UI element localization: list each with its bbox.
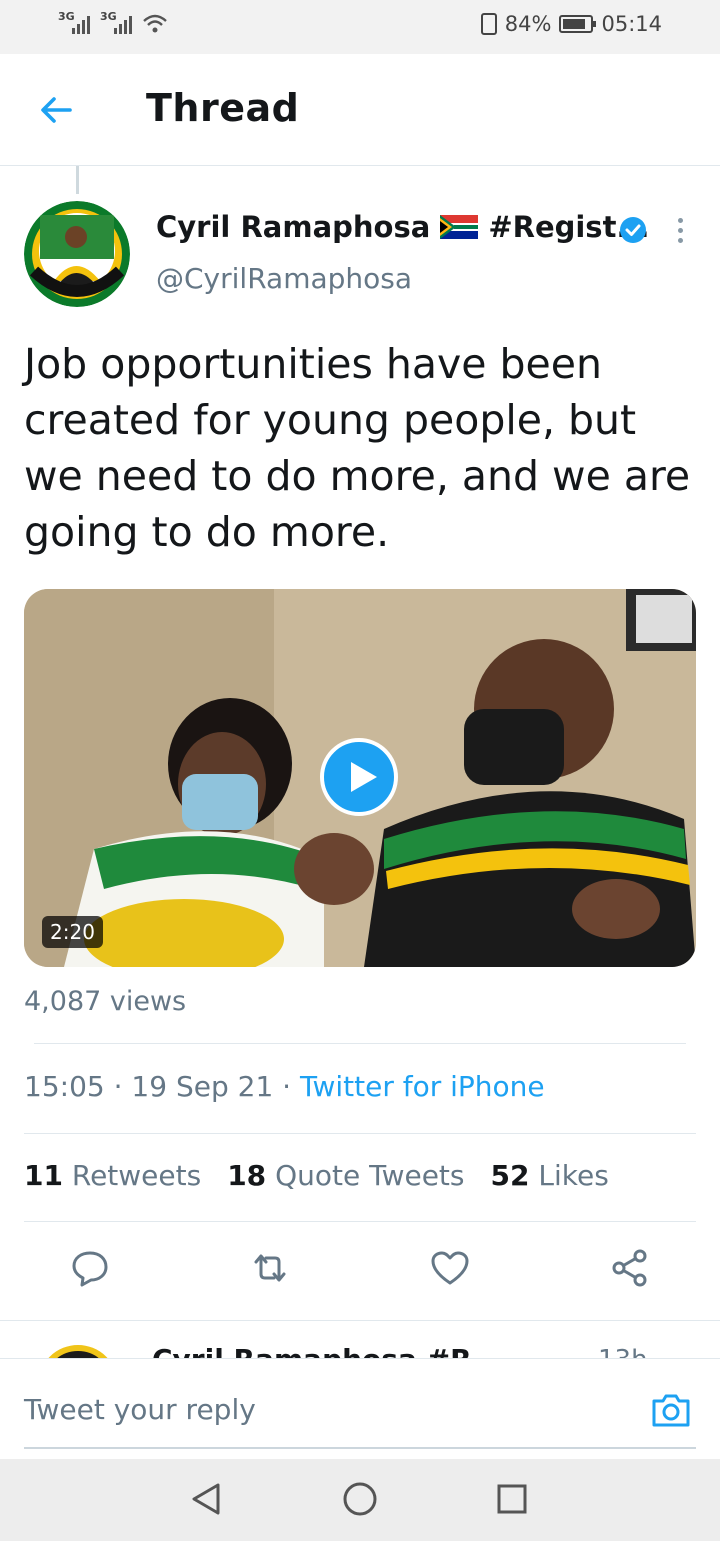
retweet-icon[interactable] bbox=[250, 1248, 290, 1288]
author-handle[interactable]: @CyrilRamaphosa bbox=[156, 262, 412, 295]
quote-tweets-stat[interactable]: 18 Quote Tweets bbox=[227, 1159, 464, 1192]
quote-tweets-count: 18 bbox=[227, 1159, 267, 1192]
next-tweet-time: 13h bbox=[598, 1345, 648, 1359]
wifi-icon bbox=[143, 14, 167, 33]
network-type-label: 3G bbox=[100, 10, 117, 23]
network-type-label: 3G bbox=[58, 10, 75, 23]
display-name: Cyril Ramaphosa bbox=[152, 1343, 417, 1359]
likes-label: Likes bbox=[538, 1159, 609, 1192]
back-triangle-icon[interactable] bbox=[186, 1479, 226, 1519]
system-navigation-bar bbox=[0, 1459, 720, 1541]
meta-separator: · bbox=[113, 1070, 132, 1103]
battery-percent: 84% bbox=[504, 12, 552, 36]
retweets-label: Retweets bbox=[71, 1159, 202, 1192]
view-count: 4,087 views bbox=[24, 986, 187, 1017]
video-duration: 2:20 bbox=[42, 916, 103, 948]
meta-separator: · bbox=[282, 1070, 300, 1103]
signal-1-icon: 3G bbox=[58, 10, 90, 34]
retweets-count: 11 bbox=[24, 1159, 63, 1192]
thread-connector-line bbox=[76, 166, 79, 194]
display-name: Cyril Ramaphosa bbox=[156, 210, 431, 244]
next-tweet-author: Cyril Ramaphosa #R bbox=[152, 1343, 472, 1359]
divider bbox=[24, 1133, 696, 1134]
avatar[interactable] bbox=[24, 201, 130, 307]
divider bbox=[34, 1043, 686, 1044]
avatar bbox=[38, 1345, 118, 1359]
camera-icon[interactable] bbox=[650, 1389, 692, 1431]
heart-icon[interactable] bbox=[430, 1248, 470, 1288]
tweet-meta: 15:05 · 19 Sep 21 · Twitter for iPhone bbox=[24, 1070, 545, 1103]
engagement-stats: 11 Retweets 18 Quote Tweets 52 Likes bbox=[24, 1159, 609, 1192]
tweet-date: 19 Sep 21 bbox=[131, 1070, 274, 1103]
home-circle-icon[interactable] bbox=[340, 1479, 380, 1519]
author-name-row[interactable]: Cyril Ramaphosa #Regist... bbox=[156, 210, 649, 244]
status-bar: 3G 3G 84% 05:14 bbox=[0, 0, 720, 54]
divider bbox=[24, 1221, 696, 1222]
page-title: Thread bbox=[146, 86, 300, 130]
play-button[interactable] bbox=[320, 738, 398, 816]
next-tweet-preview[interactable]: Cyril Ramaphosa #R 13h bbox=[0, 1320, 720, 1359]
clock: 05:14 bbox=[601, 12, 662, 36]
signal-2-icon: 3G bbox=[100, 10, 132, 34]
likes-count: 52 bbox=[490, 1159, 530, 1192]
reply-input[interactable]: Tweet your reply bbox=[24, 1393, 256, 1426]
south-africa-flag-icon bbox=[440, 215, 479, 239]
thread-header: Thread bbox=[0, 54, 720, 166]
likes-stat[interactable]: 52 Likes bbox=[491, 1159, 609, 1192]
tweet-text: Job opportunities have been created for … bbox=[24, 340, 691, 556]
share-icon[interactable] bbox=[610, 1248, 650, 1288]
battery-icon bbox=[559, 15, 597, 33]
vibrate-icon bbox=[480, 13, 497, 35]
retweets-stat[interactable]: 11 Retweets bbox=[24, 1159, 201, 1192]
tweet-actions bbox=[0, 1240, 720, 1300]
tweet-time: 15:05 bbox=[24, 1070, 105, 1103]
recents-square-icon[interactable] bbox=[492, 1479, 532, 1519]
reply-input-underline bbox=[24, 1447, 696, 1449]
verified-badge-icon bbox=[620, 217, 646, 243]
reply-bar: Tweet your reply bbox=[0, 1358, 720, 1459]
quote-tweets-label: Quote Tweets bbox=[275, 1159, 465, 1192]
reply-icon[interactable] bbox=[70, 1248, 110, 1288]
display-name-suffix: #R bbox=[427, 1343, 472, 1359]
tweet-source-link[interactable]: Twitter for iPhone bbox=[300, 1070, 545, 1103]
more-vertical-icon[interactable] bbox=[674, 218, 686, 248]
arrow-left-icon[interactable] bbox=[36, 90, 76, 130]
